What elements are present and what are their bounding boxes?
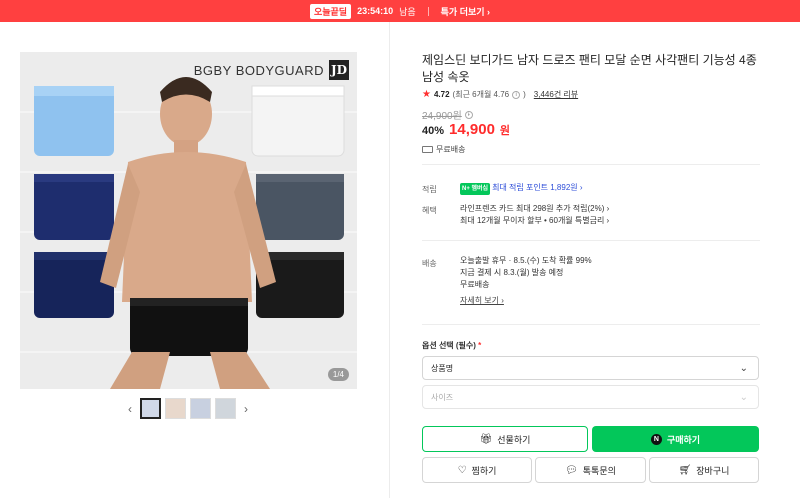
delivery-info: 오늘출발 휴무 · 8.5.(수) 도착 확률 99% 지금 결제 시 8.3.… bbox=[460, 255, 592, 307]
talk-inquiry-button[interactable]: 💬︎ 톡톡문의 bbox=[535, 457, 646, 483]
delivery-fee: 무료배송 bbox=[460, 280, 490, 289]
brand-logo: BGBY BODYGUARD JD bbox=[194, 60, 349, 80]
required-mark: * bbox=[478, 341, 482, 350]
delivery-detail-link[interactable]: 자세히 보기 › bbox=[460, 296, 504, 305]
gift-button[interactable]: 🎁︎ 선물하기 bbox=[422, 426, 588, 452]
price-row: 40% 14,900 원 bbox=[422, 121, 510, 138]
product-gallery: BGBY BODYGUARD JD 1/4 ‹ › bbox=[0, 22, 390, 498]
chat-icon: 💬︎ bbox=[565, 464, 578, 476]
delivery-label: 배송 bbox=[422, 259, 437, 268]
chevron-down-icon: ⌄ bbox=[739, 392, 748, 403]
more-deals-link[interactable]: 특가 더보기 › bbox=[441, 5, 490, 18]
wish-button[interactable]: ♡ 찜하기 bbox=[422, 457, 532, 483]
cart-button[interactable]: 🛒︎ 장바구니 bbox=[649, 457, 759, 483]
option-label-text: 옵션 선택 (필수) bbox=[422, 341, 476, 350]
point-label: 적립 bbox=[422, 185, 437, 194]
original-price: 24,900원 bbox=[422, 111, 462, 122]
option-label: 옵션 선택 (필수) * bbox=[422, 340, 481, 351]
free-shipping-label: 무료배송 bbox=[436, 145, 466, 154]
size-option-select[interactable]: 사이즈 ⌄ bbox=[422, 385, 759, 409]
divider bbox=[422, 240, 760, 241]
product-title: 제임스딘 보디가드 남자 드로즈 팬티 모달 순면 사각팬티 기능성 4종 남성… bbox=[422, 53, 757, 84]
product-option-value: 상품명 bbox=[431, 363, 454, 373]
original-price-row: 24,900원 i bbox=[422, 107, 473, 122]
deal-timer: 23:54:10 bbox=[357, 6, 394, 16]
rating-score: 4.72 bbox=[433, 90, 450, 99]
product-main-image[interactable]: BGBY BODYGUARD JD 1/4 bbox=[20, 52, 357, 389]
wish-button-label: 찜하기 bbox=[471, 465, 497, 476]
talk-button-label: 톡톡문의 bbox=[582, 465, 616, 476]
truck-icon bbox=[422, 146, 433, 153]
thumb-prev-icon[interactable]: ‹ bbox=[124, 402, 136, 416]
brief-light-blue bbox=[34, 86, 114, 156]
gift-icon: 🎁︎ bbox=[479, 433, 493, 445]
free-shipping-tag: 무료배송 bbox=[422, 144, 465, 155]
npay-icon: N bbox=[650, 433, 662, 445]
thumbnail-2[interactable] bbox=[165, 398, 186, 419]
image-counter: 1/4 bbox=[327, 368, 349, 381]
heart-icon: ♡ bbox=[457, 464, 467, 476]
divider bbox=[422, 164, 760, 165]
product-info-panel: 제임스딘 보디가드 남자 드로즈 팬티 모달 순면 사각팬티 기능성 4종 남성… bbox=[391, 22, 800, 498]
point-value[interactable]: N+ 멤버십 최대 적립 포인트 1,892원 › bbox=[460, 182, 583, 195]
thumbnail-1[interactable] bbox=[140, 398, 161, 419]
deal-remaining-label: 남음 bbox=[399, 6, 416, 17]
installment-benefit-link[interactable]: 최대 12개월 무이자 할부 • 60개월 특별금리 › bbox=[460, 215, 609, 227]
banner-divider bbox=[427, 6, 429, 16]
benefit-label: 혜택 bbox=[422, 206, 437, 215]
chevron-down-icon: ⌄ bbox=[739, 363, 748, 374]
star-icon: ★ bbox=[422, 89, 431, 100]
thumbnail-strip: ‹ › bbox=[124, 398, 252, 419]
buy-button[interactable]: N 구매하기 bbox=[592, 426, 759, 452]
discount-rate: 40% bbox=[422, 125, 445, 137]
info-icon[interactable]: i bbox=[512, 90, 521, 99]
divider bbox=[422, 324, 760, 325]
thumbnail-3[interactable] bbox=[190, 398, 211, 419]
card-benefit-link[interactable]: 라인프렌즈 카드 최대 298원 추가 적립(2%) › bbox=[460, 203, 609, 215]
benefit-list: 라인프렌즈 카드 최대 298원 추가 적립(2%) › 최대 12개월 무이자… bbox=[460, 203, 609, 227]
size-option-value: 사이즈 bbox=[431, 392, 454, 402]
price-info-icon[interactable]: i bbox=[464, 110, 473, 119]
product-photo bbox=[20, 52, 357, 389]
currency-unit: 원 bbox=[499, 125, 511, 137]
review-count-link[interactable]: 3,446건 리뷰 bbox=[534, 89, 578, 100]
sale-price: 14,900 bbox=[449, 121, 495, 138]
rating-recent: (최근 6개월 4.76 bbox=[452, 90, 510, 99]
delivery-dispatch: 지금 결제 시 8.3.(월) 발송 예정 bbox=[460, 268, 564, 277]
max-point-link[interactable]: 최대 적립 포인트 1,892원 › bbox=[492, 183, 582, 192]
delivery-arrival: 오늘출발 휴무 · 8.5.(수) 도착 확률 99% bbox=[460, 256, 592, 265]
deal-tag: 오늘끝딜 bbox=[309, 3, 352, 19]
brand-name: BGBY BODYGUARD bbox=[193, 62, 324, 78]
thumb-next-icon[interactable]: › bbox=[240, 402, 252, 416]
cart-icon: 🛒︎ bbox=[678, 464, 692, 476]
cart-button-label: 장바구니 bbox=[696, 465, 730, 476]
brand-mark: JD bbox=[329, 60, 349, 80]
deal-banner: 오늘끝딜 23:54:10 남음 특가 더보기 › bbox=[0, 0, 800, 22]
gift-button-label: 선물하기 bbox=[497, 434, 531, 445]
npay-membership-badge: N+ 멤버십 bbox=[460, 183, 491, 195]
thumbnail-4[interactable] bbox=[215, 398, 236, 419]
buy-button-label: 구매하기 bbox=[666, 434, 701, 445]
product-option-select[interactable]: 상품명 ⌄ bbox=[422, 356, 759, 380]
rating-row: ★ 4.72 (최근 6개월 4.76 i) 3,446건 리뷰 bbox=[422, 89, 579, 100]
